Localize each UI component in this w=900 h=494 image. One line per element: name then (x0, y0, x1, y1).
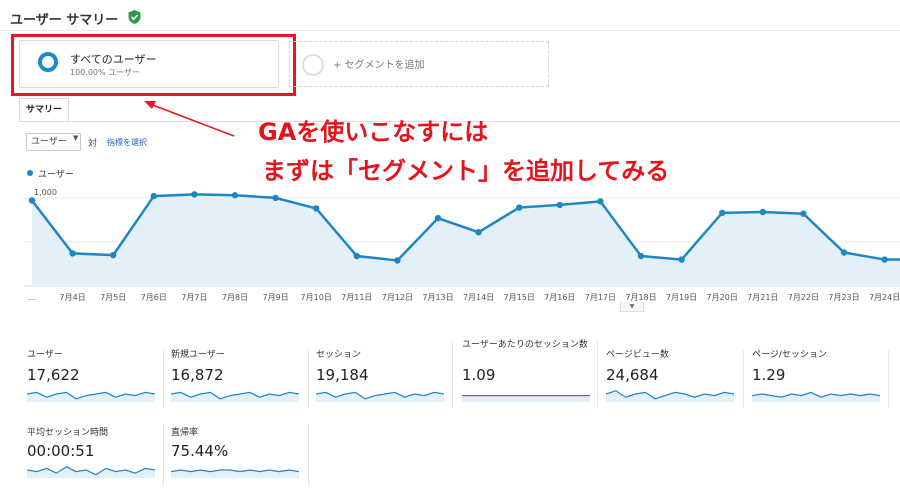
data-point (231, 192, 239, 199)
x-tick-label: 7月21日 (747, 293, 778, 302)
versus-label: 対 (88, 139, 98, 149)
x-tick-label: 7月10日 (301, 293, 332, 302)
metric-card[interactable]: ユーザー 17,622 (27, 350, 157, 410)
add-segment-label: + セグメントを追加 (333, 60, 425, 71)
metric-divider (597, 340, 598, 408)
metric-card[interactable]: 平均セッション時間 00:00:51 (27, 428, 157, 488)
metric-sparkline (27, 466, 155, 478)
metric-label: 新規ユーザー (171, 350, 225, 360)
x-tick-label: 7月16日 (544, 293, 575, 302)
add-segment-button[interactable]: + セグメントを追加 (289, 41, 549, 87)
metric-sparkline (171, 469, 299, 478)
metric-sparkline (171, 391, 299, 402)
x-tick-label: 7月19日 (666, 293, 697, 302)
data-point (516, 204, 523, 211)
legend-dot-icon (27, 170, 33, 176)
metric-value: 16,872 (171, 366, 224, 384)
tab-summary[interactable]: サマリー (19, 98, 69, 122)
data-point (475, 229, 482, 236)
metric-card[interactable]: ユーザーあたりのセッション数 1.09 (462, 340, 592, 402)
data-point (881, 256, 888, 263)
data-point (800, 210, 807, 217)
metric-sparkline (316, 391, 444, 402)
data-point (191, 191, 198, 198)
highlight-box (11, 34, 296, 96)
x-tick-label: 7月22日 (788, 293, 819, 302)
data-point (597, 198, 604, 205)
metric-label: ページビュー数 (606, 350, 669, 360)
x-tick-label: … (28, 293, 36, 302)
data-point (28, 197, 36, 204)
users-line-chart: 1,000500…7月4日7月5日7月6日7月7日7月8日7月9日7月10日7月… (24, 188, 900, 302)
data-point (394, 257, 401, 264)
metric-sparkline (462, 395, 590, 402)
data-point (840, 249, 848, 256)
metric-label: ユーザー (27, 350, 63, 360)
x-tick-label: 7月11日 (341, 293, 372, 302)
data-point (678, 256, 685, 263)
metric-value: 75.44% (171, 442, 229, 460)
dropdown-arrow-icon: ▼ (73, 134, 79, 142)
metric-label: 平均セッション時間 (27, 428, 109, 438)
metric-value: 00:00:51 (27, 442, 95, 460)
data-point (556, 201, 563, 209)
x-tick-label: 7月14日 (463, 293, 494, 302)
x-tick-label: 7月17日 (585, 293, 616, 302)
metric-sparkline (606, 390, 734, 402)
x-tick-label: 7月4日 (60, 293, 86, 302)
data-point (69, 250, 76, 257)
data-point (719, 209, 726, 217)
x-tick-label: 7月23日 (828, 293, 859, 302)
x-tick-label: 7月24日 (869, 293, 900, 302)
x-tick-label: 7月20日 (707, 293, 738, 302)
metric-label: 直帰率 (171, 428, 199, 438)
empty-segment-ring-icon (302, 54, 324, 76)
metric-value: 17,622 (27, 366, 80, 384)
metric-card[interactable]: 新規ユーザー 16,872 (171, 350, 301, 410)
callout-line-2: まずは「セグメント」を追加してみる (262, 157, 670, 185)
metric-value: 24,684 (606, 366, 659, 384)
y-tick-label: 1,000 (34, 188, 57, 197)
callout-line-1: GAを使いこなすには (258, 118, 489, 146)
data-point (313, 205, 320, 212)
x-tick-label: 7月9日 (263, 293, 289, 302)
metric-card[interactable]: ページビュー数 24,684 (606, 350, 736, 410)
data-point (272, 194, 279, 202)
page-title: ユーザー サマリー (10, 13, 119, 28)
metric-value: 1.09 (462, 366, 496, 384)
legend-label: ユーザー (38, 170, 74, 180)
x-tick-label: 7月5日 (100, 293, 126, 302)
x-tick-label: 7月8日 (222, 293, 248, 302)
x-tick-label: 7月18日 (625, 293, 656, 302)
x-tick-label: 7月13日 (422, 293, 453, 302)
x-tick-label: 7月15日 (504, 293, 535, 302)
data-point (353, 252, 360, 260)
metric-label: ページ/セッション (752, 350, 827, 360)
x-tick-label: 7月12日 (382, 293, 413, 302)
data-point (110, 251, 117, 259)
data-point (150, 192, 157, 200)
data-point (759, 208, 766, 216)
verified-shield-icon (128, 10, 141, 24)
metric-card[interactable]: ページ/セッション 1.29 (752, 350, 882, 410)
metric-label: セッション (316, 350, 362, 360)
metric-value: 19,184 (316, 366, 369, 384)
x-tick-label: 7月6日 (141, 293, 167, 302)
data-point (637, 252, 645, 260)
metric-card[interactable]: セッション 19,184 (316, 350, 446, 410)
collapse-chart-toggle[interactable]: ▼ (620, 302, 644, 312)
header-divider (0, 30, 900, 31)
metric-sparkline (27, 391, 155, 402)
annotation-arrow (144, 101, 235, 137)
metric-card[interactable]: 直帰率 75.44% (171, 428, 301, 488)
x-tick-label: 7月7日 (181, 293, 207, 302)
data-point (434, 214, 442, 222)
metric-value: 1.29 (752, 366, 786, 384)
metric-sparkline (752, 391, 880, 402)
metric-label: ユーザーあたりのセッション数 (462, 340, 588, 350)
series-area (32, 194, 900, 286)
